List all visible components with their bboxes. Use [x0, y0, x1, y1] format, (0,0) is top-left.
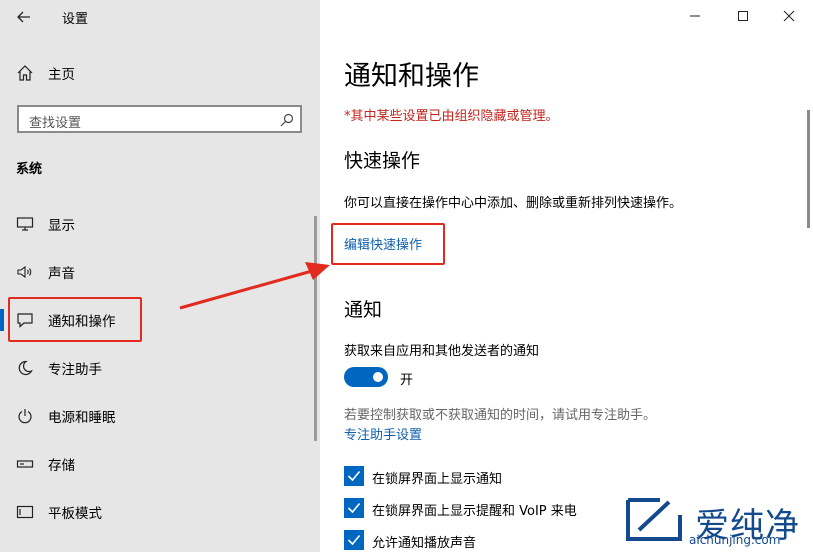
annotation-arrow — [179, 262, 330, 310]
watermark-logo — [625, 497, 683, 543]
watermark-url: aichunjing.com — [689, 533, 781, 547]
